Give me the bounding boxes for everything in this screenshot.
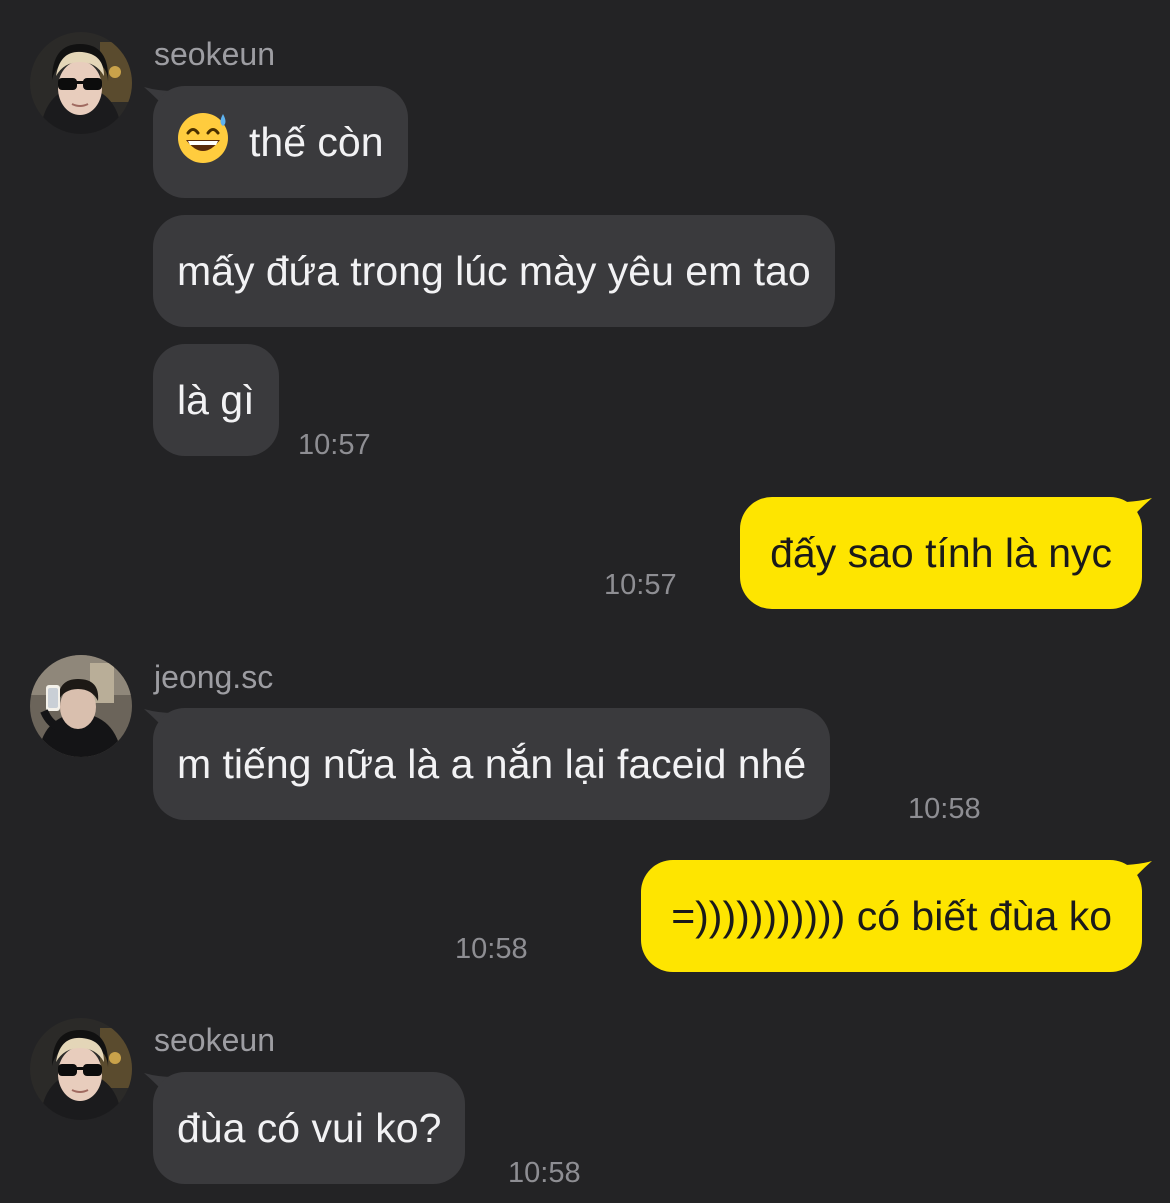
message-bubble[interactable]: thế còn xyxy=(153,86,408,198)
user-avatar-sunglasses-icon xyxy=(30,1018,132,1120)
bubble-tail xyxy=(1122,861,1152,891)
sender-name: seokeun xyxy=(154,1022,275,1058)
user-avatar-sunglasses-icon xyxy=(30,32,132,134)
message-bubble[interactable]: là gì xyxy=(153,344,279,456)
user-avatar-selfie-icon xyxy=(30,655,132,757)
message-text: thế còn xyxy=(249,119,384,165)
sender-name: seokeun xyxy=(154,36,275,72)
avatar-seokeun[interactable] xyxy=(30,1018,132,1120)
message-timestamp: 10:58 xyxy=(508,1157,581,1189)
bubble-tail xyxy=(1122,498,1152,528)
message-bubble[interactable]: mấy đứa trong lúc mày yêu em tao xyxy=(153,215,835,327)
message-text: đùa có vui ko? xyxy=(177,1105,442,1151)
avatar-seokeun[interactable] xyxy=(30,32,132,134)
message-text: là gì xyxy=(177,377,255,423)
message-bubble-outgoing[interactable]: =))))))))))) có biết đùa ko xyxy=(641,860,1142,972)
avatar-jeong-sc[interactable] xyxy=(30,655,132,757)
message-timestamp: 10:57 xyxy=(298,429,371,461)
message-text: m tiếng nữa là a nắn lại faceid nhé xyxy=(177,741,807,787)
message-bubble[interactable]: đùa có vui ko? xyxy=(153,1072,466,1184)
message-text: mấy đứa trong lúc mày yêu em tao xyxy=(177,248,811,294)
message-text: =))))))))))) có biết đùa ko xyxy=(671,893,1112,939)
grinning-face-with-sweat-icon xyxy=(177,110,231,164)
message-timestamp: 10:58 xyxy=(455,933,528,965)
message-timestamp: 10:57 xyxy=(604,569,677,601)
message-bubble-outgoing[interactable]: đấy sao tính là nyc xyxy=(740,497,1142,609)
message-bubble[interactable]: m tiếng nữa là a nắn lại faceid nhé xyxy=(153,708,831,820)
message-text: đấy sao tính là nyc xyxy=(770,530,1112,576)
sender-name: jeong.sc xyxy=(154,659,274,695)
message-timestamp: 10:58 xyxy=(908,793,981,825)
